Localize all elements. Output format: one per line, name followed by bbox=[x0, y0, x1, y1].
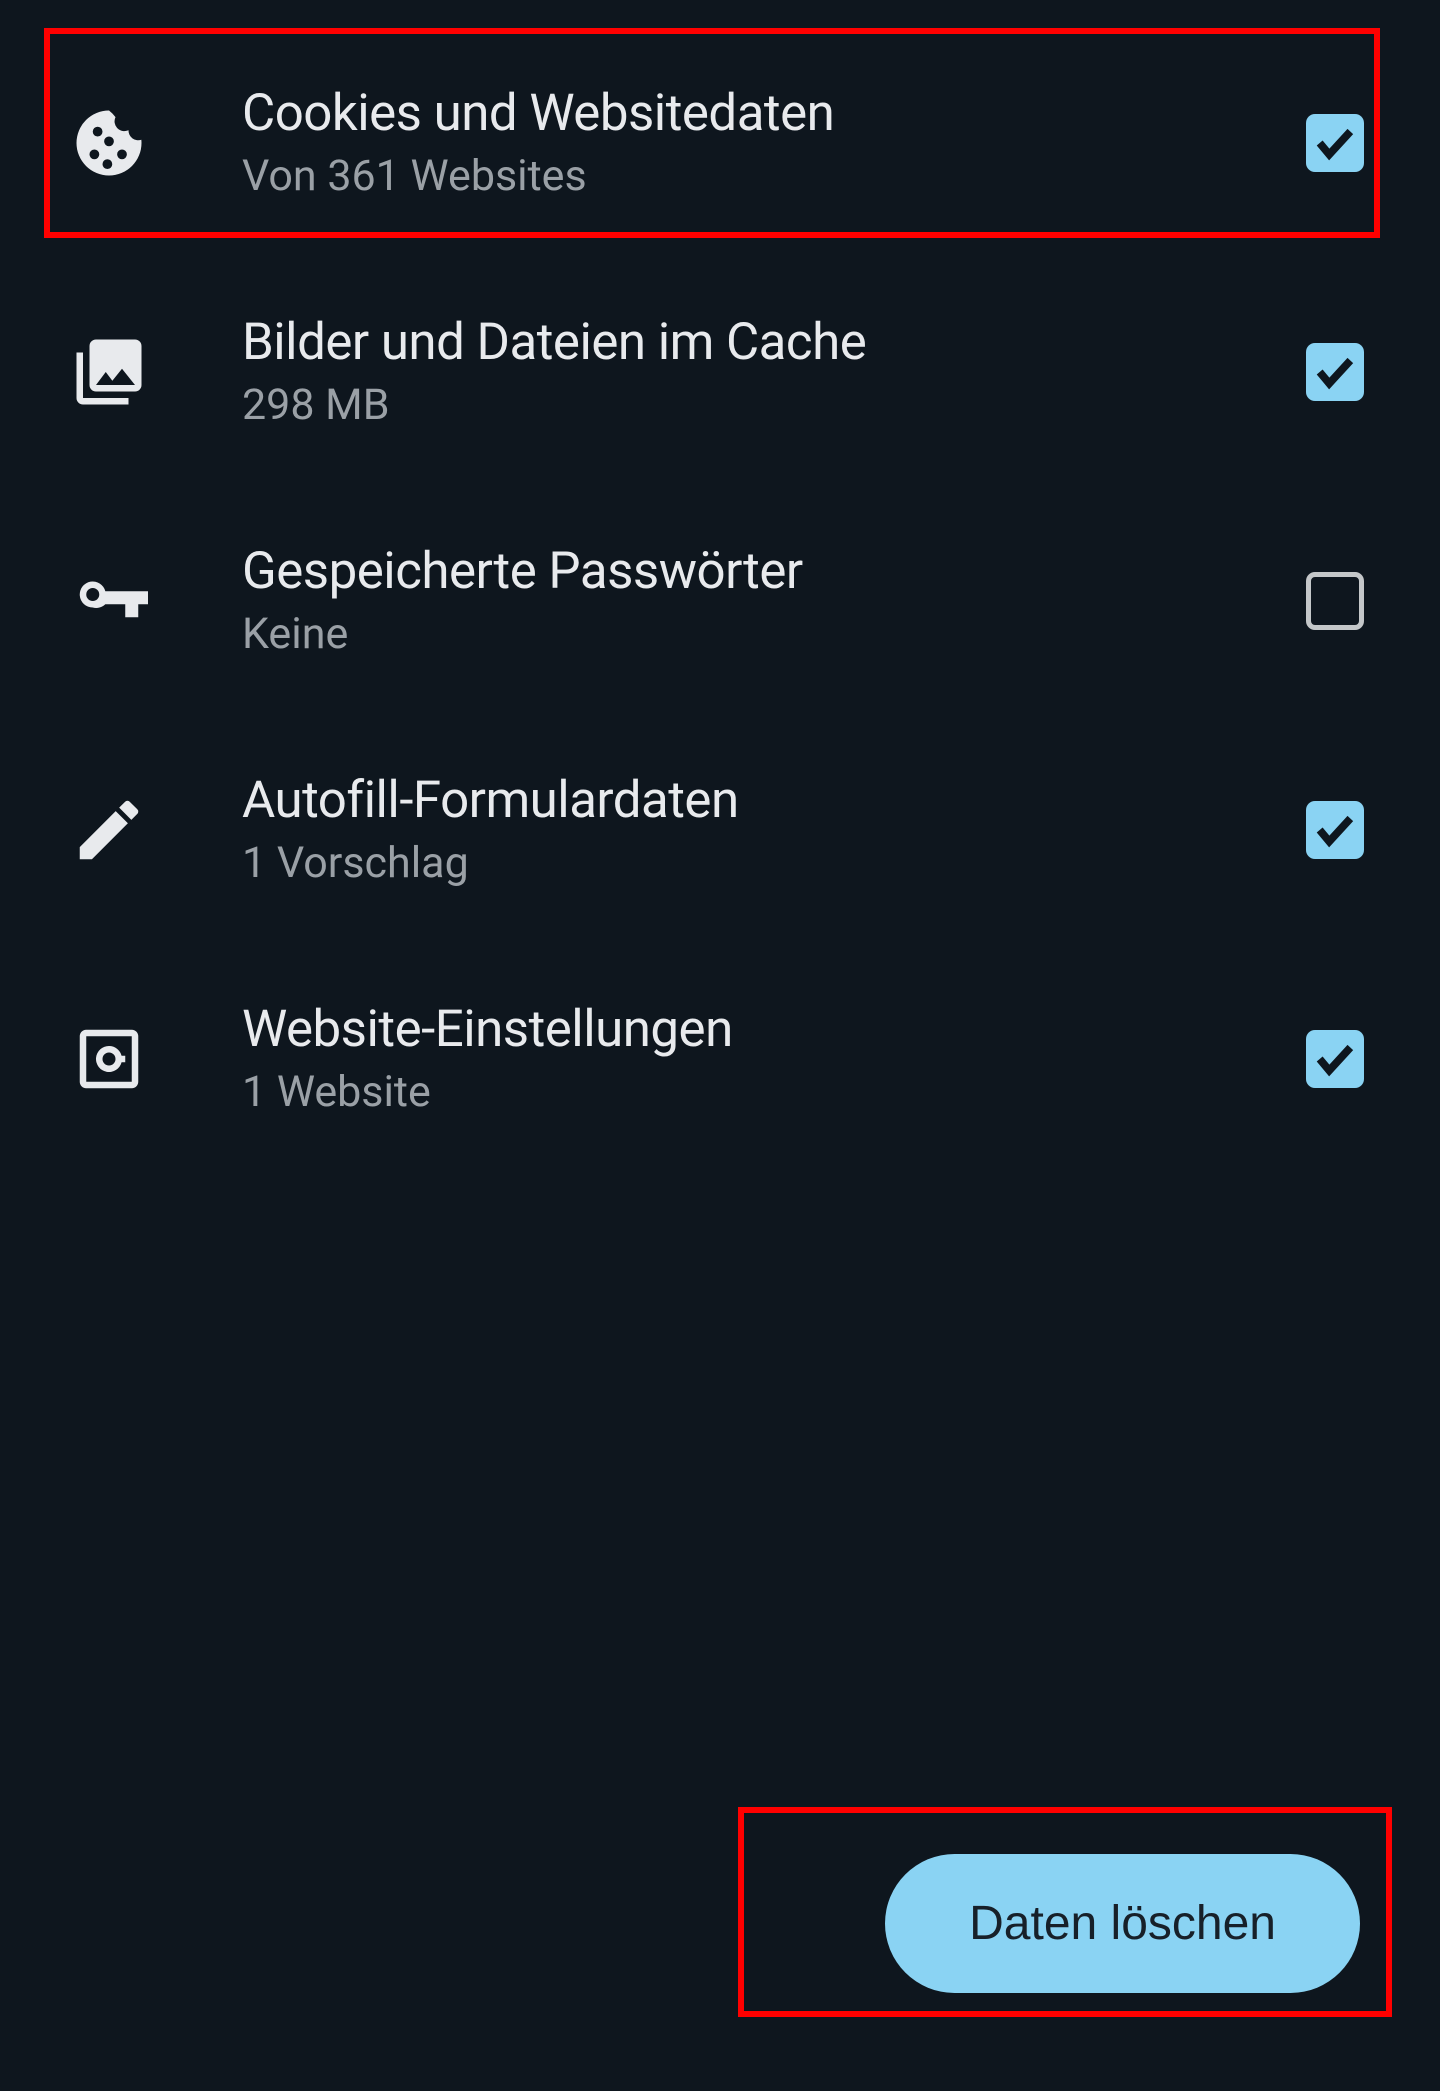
checkbox-cookies[interactable] bbox=[1306, 114, 1364, 172]
item-subtitle: 298 MB bbox=[242, 380, 1295, 430]
settings-page-icon bbox=[52, 1020, 242, 1098]
cookie-icon bbox=[52, 104, 242, 182]
checkbox-cache[interactable] bbox=[1306, 343, 1364, 401]
key-icon bbox=[52, 562, 242, 640]
item-site-settings[interactable]: Website-Einstellungen 1 Website bbox=[0, 944, 1440, 1173]
pencil-icon bbox=[52, 791, 242, 869]
item-passwords[interactable]: Gespeicherte Passwörter Keine bbox=[0, 486, 1440, 715]
item-subtitle: 1 Website bbox=[242, 1067, 1295, 1117]
item-autofill[interactable]: Autofill-Formulardaten 1 Vorschlag bbox=[0, 715, 1440, 944]
checkbox-passwords[interactable] bbox=[1306, 572, 1364, 630]
checkbox-autofill[interactable] bbox=[1306, 801, 1364, 859]
settings-list: Cookies und Websitedaten Von 361 Website… bbox=[0, 0, 1440, 1173]
item-title: Bilder und Dateien im Cache bbox=[242, 313, 1295, 372]
item-title: Autofill-Formulardaten bbox=[242, 771, 1295, 830]
item-title: Gespeicherte Passwörter bbox=[242, 542, 1295, 601]
item-cookies[interactable]: Cookies und Websitedaten Von 361 Website… bbox=[0, 28, 1440, 257]
image-stack-icon bbox=[52, 333, 242, 411]
checkbox-site-settings[interactable] bbox=[1306, 1030, 1364, 1088]
item-subtitle: Keine bbox=[242, 609, 1295, 659]
clear-data-button[interactable]: Daten löschen bbox=[885, 1854, 1360, 1993]
item-title: Website-Einstellungen bbox=[242, 1000, 1295, 1059]
item-subtitle: 1 Vorschlag bbox=[242, 838, 1295, 888]
item-subtitle: Von 361 Websites bbox=[242, 151, 1295, 201]
item-cache[interactable]: Bilder und Dateien im Cache 298 MB bbox=[0, 257, 1440, 486]
item-title: Cookies und Websitedaten bbox=[242, 84, 1295, 143]
